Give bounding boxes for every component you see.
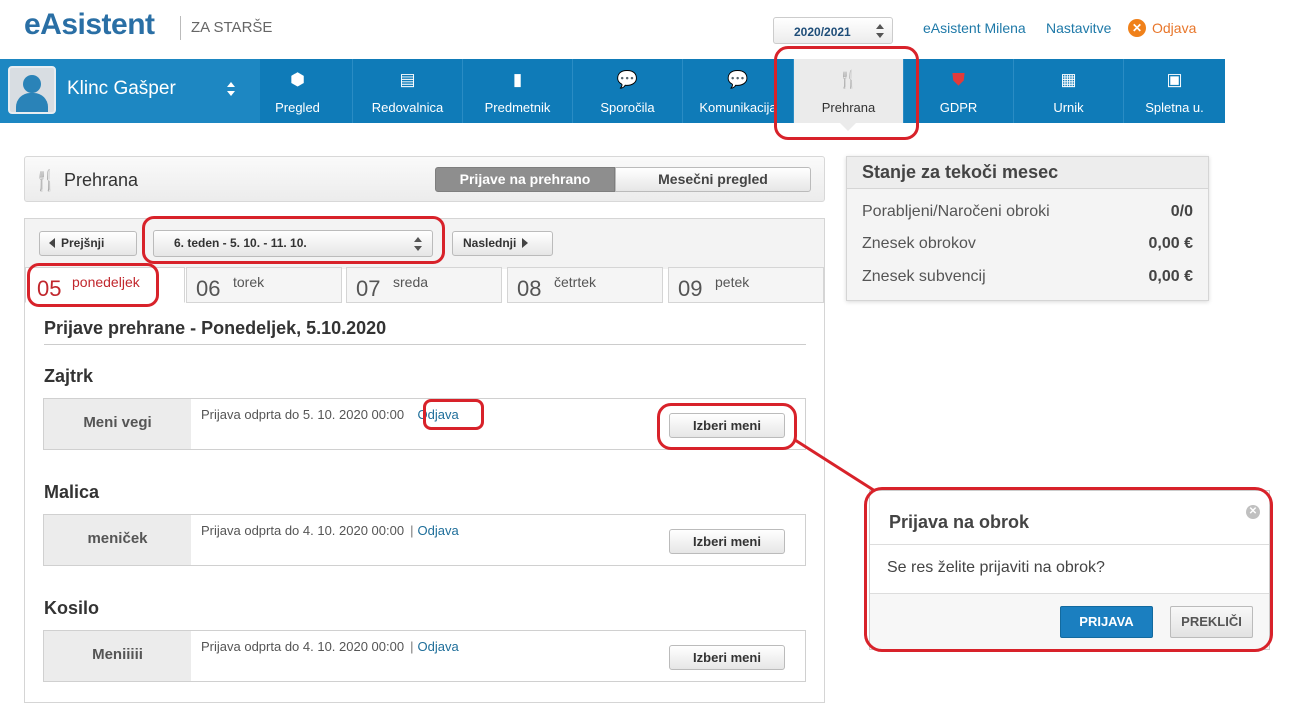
divider [870, 544, 1269, 545]
select-updown-icon [414, 237, 422, 251]
meal-title: Malica [44, 482, 100, 502]
day-tab-cetrtek[interactable]: 08 četrtek [507, 267, 663, 303]
summary-value: 0/0 [1170, 203, 1193, 220]
food-icon: 🍴 [837, 70, 860, 89]
logo-subtitle: ZA STARŠE [191, 19, 273, 36]
id-card-icon: ▤ [399, 70, 416, 89]
settings-link[interactable]: Nastavitve [1046, 20, 1111, 36]
meal-row: Meniiiii Prijava odprta do 4. 10. 2020 0… [43, 630, 806, 682]
active-nav-pointer [840, 123, 856, 131]
calendar-icon: ▦ [1060, 70, 1077, 89]
nav-gdpr[interactable]: ⛊ GDPR [903, 59, 1013, 123]
meal-row: Meni vegi Prijava odprta do 5. 10. 2020 … [43, 398, 806, 450]
school-year-value: 2020/2021 [794, 25, 851, 39]
meal-title: Kosilo [44, 598, 100, 618]
divider [44, 344, 806, 345]
close-icon[interactable]: ✕ [1246, 505, 1260, 519]
student-avatar [8, 66, 56, 114]
nav-pregled[interactable]: ⬢ Pregled [243, 59, 352, 123]
page-title: Prehrana [64, 170, 139, 190]
nav-komunikacija[interactable]: 💬 Komunikacija [682, 59, 793, 123]
day-tab-torek[interactable]: 06 torek [186, 267, 342, 303]
summary-value: 0,00 € [1148, 268, 1193, 285]
day-title: Prijave prehrane - Ponedeljek, 5.10.2020 [44, 318, 387, 338]
day-tab-petek[interactable]: 09 petek [668, 267, 824, 303]
student-updown-icon[interactable] [227, 82, 235, 96]
izberi-meni-button[interactable]: Izberi meni [669, 529, 785, 554]
meal-menu-name: meniček [44, 515, 191, 565]
meal-menu-name: Meni vegi [44, 399, 191, 449]
nav-predmetnik[interactable]: ▮ Predmetnik [462, 59, 572, 123]
odjava-link[interactable]: Odjava [417, 639, 458, 654]
nav-prehrana[interactable]: 🍴 Prehrana [793, 59, 903, 123]
select-updown-icon [876, 24, 884, 38]
summary-value: 0,00 € [1148, 235, 1193, 252]
meal-title: Zajtrk [44, 366, 94, 386]
nav-urnik[interactable]: ▦ Urnik [1013, 59, 1123, 123]
day-tab-sreda[interactable]: 07 sreda [346, 267, 502, 303]
summary-label: Porabljeni/Naročeni obroki [862, 203, 1050, 220]
cube-icon: ⬢ [290, 70, 305, 89]
logout-link[interactable]: Odjava [1152, 20, 1196, 36]
logout-icon[interactable]: ✕ [1128, 19, 1146, 37]
book-icon: ▮ [512, 70, 523, 89]
nav-spletna[interactable]: ▣ Spletna u. [1123, 59, 1225, 123]
summary-label: Znesek subvencij [862, 268, 986, 285]
day-tab-ponedeljek[interactable]: 05 ponedeljek [25, 267, 185, 303]
dialog-message: Se res želite prijaviti na obrok? [887, 559, 1105, 576]
meal-row: meniček Prijava odprta do 4. 10. 2020 00… [43, 514, 806, 566]
arrow-left-icon [49, 238, 55, 248]
next-week-button[interactable]: Naslednji [452, 231, 553, 256]
nav-sporocila[interactable]: 💬 Sporočila [572, 59, 682, 123]
dialog-title: Prijava na obrok [889, 512, 1030, 532]
tab-mesecni-pregled[interactable]: Mesečni pregled [615, 167, 811, 192]
chat-icon: 💬 [727, 70, 749, 89]
summary-title: Stanje za tekoči mesec [862, 162, 1059, 182]
tab-prijave[interactable]: Prijave na prehrano [435, 167, 615, 192]
odjava-link[interactable]: Odjava [417, 523, 458, 538]
school-year-select[interactable]: 2020/2021 [773, 17, 893, 44]
prijava-confirm-button[interactable]: PRIJAVA [1060, 606, 1153, 638]
app-logo[interactable]: eAsistent [24, 8, 155, 42]
preklici-cancel-button[interactable]: PREKLIČI [1170, 606, 1253, 638]
meal-menu-name: Meniiiii [44, 631, 191, 681]
meal-info: Prijava odprta do 4. 10. 2020 00:00 | Odja… [201, 639, 459, 654]
student-name[interactable]: Klinc Gašper [67, 78, 176, 100]
web-icon: ▣ [1166, 70, 1183, 89]
user-link[interactable]: eAsistent Milena [923, 20, 1026, 36]
nav-redovalnica[interactable]: ▤ Redovalnica [352, 59, 462, 123]
summary-label: Znesek obrokov [862, 235, 976, 252]
meal-info: Prijava odprta do 5. 10. 2020 00:00|Odja… [201, 407, 459, 422]
logo-divider [180, 16, 181, 40]
odjava-link[interactable]: Odjava [417, 407, 458, 422]
week-select-value: 6. teden - 5. 10. - 11. 10. [174, 236, 307, 250]
prev-week-button[interactable]: Prejšnji [39, 231, 137, 256]
shield-icon: ⛊ [952, 70, 965, 89]
izberi-meni-button[interactable]: Izberi meni [669, 413, 785, 438]
arrow-right-icon [522, 238, 529, 248]
fork-knife-icon: 🍴 [33, 170, 58, 192]
meal-info: Prijava odprta do 4. 10. 2020 00:00 | Odja… [201, 523, 459, 538]
week-select[interactable]: 6. teden - 5. 10. - 11. 10. [153, 230, 433, 257]
chat-icon: 💬 [616, 70, 639, 89]
izberi-meni-button[interactable]: Izberi meni [669, 645, 785, 670]
